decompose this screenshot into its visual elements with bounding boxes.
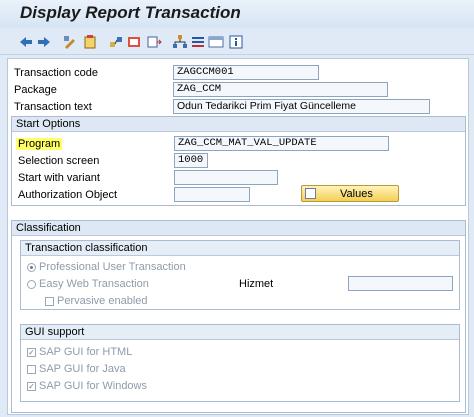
object-list-icon[interactable] — [146, 34, 162, 50]
variant-icon[interactable] — [190, 34, 206, 50]
service-label: Hizmet — [239, 278, 274, 290]
hierarchy-icon[interactable] — [172, 34, 188, 50]
gui-support-heading: GUI support — [21, 325, 459, 340]
gui-support-group: GUI support ✓ SAP GUI for HTML SAP GUI f… — [20, 324, 460, 402]
values-button-label: Values — [340, 188, 373, 200]
service-field[interactable] — [348, 276, 453, 291]
auth-object-label: Authorization Object — [18, 189, 118, 201]
start-variant-field[interactable] — [174, 170, 278, 185]
classification-group: Classification Transaction classificatio… — [11, 220, 466, 413]
program-label: Program — [16, 138, 63, 150]
classification-heading: Classification — [12, 221, 465, 236]
gui-java-label: SAP GUI for Java — [39, 363, 126, 375]
transaction-classification-group: Transaction classification Professional … — [20, 240, 460, 310]
easy-web-label: Easy Web Transaction — [39, 278, 149, 290]
gui-html-checkbox[interactable]: ✓ — [27, 348, 36, 357]
program-field[interactable]: ZAG_CCM_MAT_VAL_UPDATE — [174, 136, 389, 151]
display-change-icon[interactable] — [62, 34, 78, 50]
gui-java-checkbox[interactable] — [27, 365, 36, 374]
pervasive-checkbox[interactable] — [45, 297, 54, 306]
pervasive-label: Pervasive enabled — [57, 295, 148, 307]
start-options-heading: Start Options — [12, 117, 465, 132]
transaction-text-field[interactable]: Odun Tedarikci Prim Fiyat Güncelleme — [173, 99, 430, 114]
main-content: Transaction code ZAGCCM001 Package ZAG_C… — [7, 58, 469, 415]
where-used-icon[interactable] — [108, 34, 124, 50]
page-title: Display Report Transaction — [20, 3, 241, 22]
info-icon[interactable] — [228, 34, 244, 50]
application-toolbar — [0, 29, 474, 55]
package-label: Package — [14, 84, 57, 96]
selection-screen-label: Selection screen — [18, 155, 100, 167]
values-icon — [305, 188, 316, 199]
auth-object-field[interactable] — [174, 187, 250, 202]
transaction-code-field[interactable]: ZAGCCM001 — [173, 65, 319, 80]
title-bar: Display Report Transaction — [0, 0, 474, 28]
other-object-icon[interactable] — [82, 34, 98, 50]
transaction-text-label: Transaction text — [14, 101, 92, 113]
professional-label: Professional User Transaction — [39, 261, 186, 273]
transaction-classification-heading: Transaction classification — [21, 241, 459, 256]
test-icon[interactable] — [126, 34, 142, 50]
back-arrow-icon[interactable] — [18, 34, 34, 50]
gui-windows-label: SAP GUI for Windows — [39, 380, 147, 392]
professional-radio[interactable] — [27, 263, 36, 272]
layout-icon[interactable] — [208, 34, 224, 50]
transaction-code-label: Transaction code — [14, 67, 98, 79]
easy-web-radio[interactable] — [27, 280, 36, 289]
gui-html-label: SAP GUI for HTML — [39, 346, 133, 358]
values-button[interactable]: Values — [301, 185, 399, 202]
selection-screen-field[interactable]: 1000 — [174, 153, 208, 168]
forward-arrow-icon[interactable] — [36, 34, 52, 50]
program-label-text: Program — [16, 138, 63, 150]
gui-windows-checkbox[interactable]: ✓ — [27, 382, 36, 391]
package-field[interactable]: ZAG_CCM — [173, 82, 388, 97]
start-variant-label: Start with variant — [18, 172, 100, 184]
